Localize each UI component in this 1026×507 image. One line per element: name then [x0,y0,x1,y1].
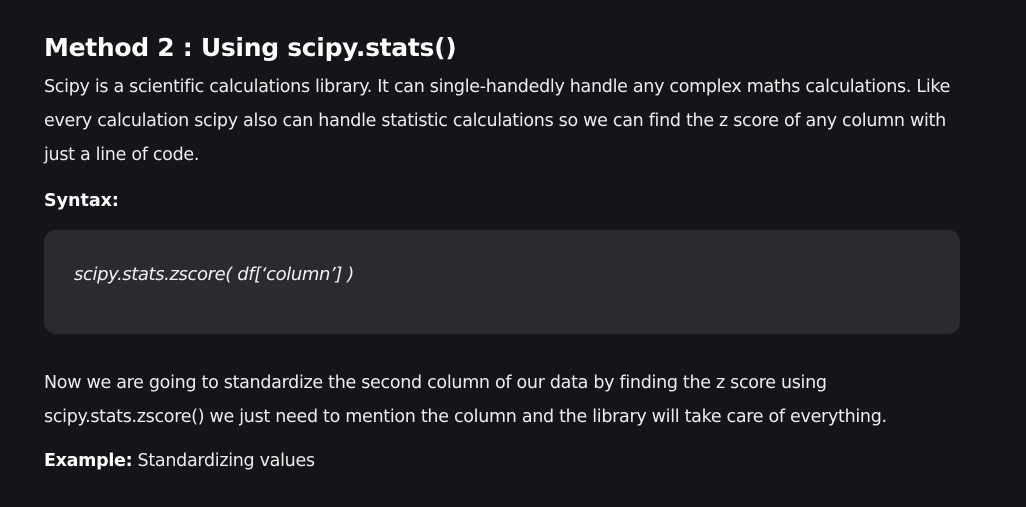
code-text: scipy.stats.zscore( df[‘column’] ) [74,264,354,285]
article: Method 2 : Using scipy.stats() Scipy is … [0,0,1026,507]
example-line: Example: Standardizing values [44,444,960,478]
example-label: Example: [44,451,133,471]
syntax-label: Syntax: [44,191,119,211]
second-paragraph: Now we are going to standardize the seco… [44,373,887,427]
code-block: scipy.stats.zscore( df[‘column’] ) [44,230,960,334]
example-text: Standardizing values [132,451,316,471]
page-title: Method 2 : Using scipy.stats() [44,33,457,62]
intro-paragraph: Scipy is a scientific calculations libra… [44,77,951,165]
